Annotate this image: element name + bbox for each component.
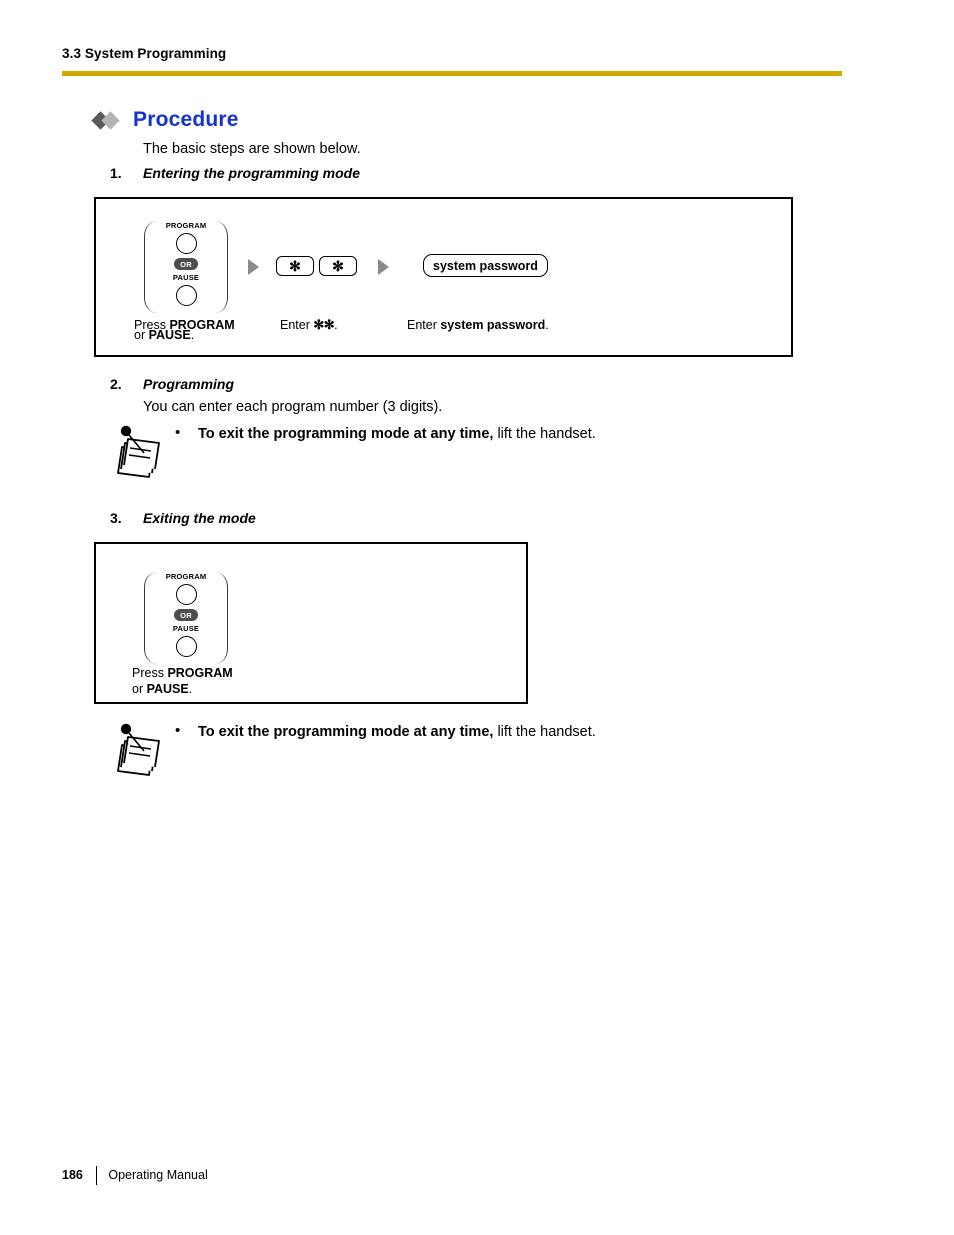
- note-pad-icon: [117, 723, 160, 776]
- step-3-title: Exiting the mode: [143, 510, 256, 526]
- pause-key-button[interactable]: [175, 636, 197, 657]
- asterisk-key-2[interactable]: ✻: [319, 256, 357, 276]
- program-key-label: PROGRAM: [165, 572, 207, 581]
- note-2-bold: To exit the programming mode at any time…: [198, 724, 494, 740]
- note-2-rest: lift the handset.: [493, 724, 596, 740]
- procedure-intro: The basic steps are shown below.: [143, 141, 361, 157]
- caption-pause-period: .: [188, 682, 193, 696]
- or-separator-badge: OR: [174, 609, 198, 621]
- program-key-label: PROGRAM: [165, 221, 207, 230]
- step-2-body: You can enter each program number (3 dig…: [143, 399, 443, 415]
- caption-exit-line2: or PAUSE.: [132, 681, 233, 697]
- note-1-bullet: •: [175, 424, 181, 441]
- step-3-number: 3.: [110, 510, 122, 526]
- caption-or-text: or: [134, 328, 149, 342]
- page-header: 3.3 System Programming: [62, 46, 842, 62]
- note-pad-icon: [117, 425, 160, 478]
- caption-press-program-line2: or PAUSE.: [134, 327, 194, 343]
- caption-enter-suffix: .: [334, 318, 338, 332]
- step-1-number: 1.: [110, 165, 122, 181]
- diagram-box-entering-mode: PROGRAM OR PAUSE ✻ ✻ system password Pre…: [94, 197, 793, 357]
- footer-divider: [95, 1165, 98, 1185]
- caption-press-text: Press: [132, 666, 168, 680]
- footer-manual-name: Operating Manual: [108, 1168, 208, 1182]
- caption-asterisks-glyph: ✻✻: [313, 317, 335, 332]
- flow-arrow-1-icon: [248, 259, 259, 275]
- caption-enter-asterisks: Enter ✻✻.: [280, 317, 338, 333]
- caption-pause-period: .: [190, 328, 195, 342]
- footer-page-number: 186: [62, 1168, 83, 1182]
- caption-exit-line1: Press PROGRAM: [132, 665, 233, 681]
- pause-key-button[interactable]: [175, 285, 197, 306]
- note-2-text: To exit the programming mode at any time…: [198, 723, 596, 742]
- page-footer: 186 Operating Manual: [62, 1165, 208, 1185]
- note-1-text: To exit the programming mode at any time…: [198, 425, 596, 444]
- caption-press-program-exit: Press PROGRAM or PAUSE.: [132, 665, 233, 697]
- note-1-bold: To exit the programming mode at any time…: [198, 426, 494, 442]
- key-cluster-program-or-pause: PROGRAM OR PAUSE: [144, 221, 228, 313]
- caption-program-bold: PROGRAM: [167, 666, 233, 680]
- caption-enter-system-password: Enter system password.: [407, 317, 549, 333]
- system-password-box[interactable]: system password: [423, 254, 548, 277]
- note-1-rest: lift the handset.: [493, 426, 596, 442]
- caption-or-text: or: [132, 682, 147, 696]
- asterisk-key-1[interactable]: ✻: [276, 256, 314, 276]
- key-cluster-program-or-pause-exit: PROGRAM OR PAUSE: [144, 572, 228, 664]
- caption-pause-bold: PAUSE: [146, 682, 189, 696]
- diamond-bullets-icon: [91, 111, 127, 130]
- caption-password-prefix: Enter: [407, 318, 441, 332]
- section-title: 3.3 System Programming: [62, 46, 227, 61]
- step-2-number: 2.: [110, 376, 122, 392]
- procedure-title: Procedure: [133, 108, 239, 131]
- pen-tip-icon: [120, 425, 132, 437]
- step-2-title: Programming: [143, 376, 235, 392]
- pen-tip-icon: [120, 723, 132, 735]
- caption-password-bold: system password: [440, 318, 546, 332]
- caption-password-suffix: .: [545, 318, 549, 332]
- pause-key-label: PAUSE: [172, 273, 200, 282]
- program-key-button[interactable]: [175, 584, 197, 605]
- note-2-bullet: •: [175, 722, 181, 739]
- program-key-button[interactable]: [175, 233, 197, 254]
- caption-pause-bold: PAUSE: [148, 328, 191, 342]
- or-separator-badge: OR: [174, 258, 198, 270]
- pause-key-label: PAUSE: [172, 624, 200, 633]
- caption-enter-prefix: Enter: [280, 318, 314, 332]
- header-rule: [62, 71, 842, 76]
- step-1-title: Entering the programming mode: [143, 165, 361, 181]
- procedure-heading: Procedure: [91, 106, 239, 134]
- diagram-box-exiting-mode: PROGRAM OR PAUSE Press PROGRAM or PAUSE.: [94, 542, 528, 704]
- flow-arrow-2-icon: [378, 259, 389, 275]
